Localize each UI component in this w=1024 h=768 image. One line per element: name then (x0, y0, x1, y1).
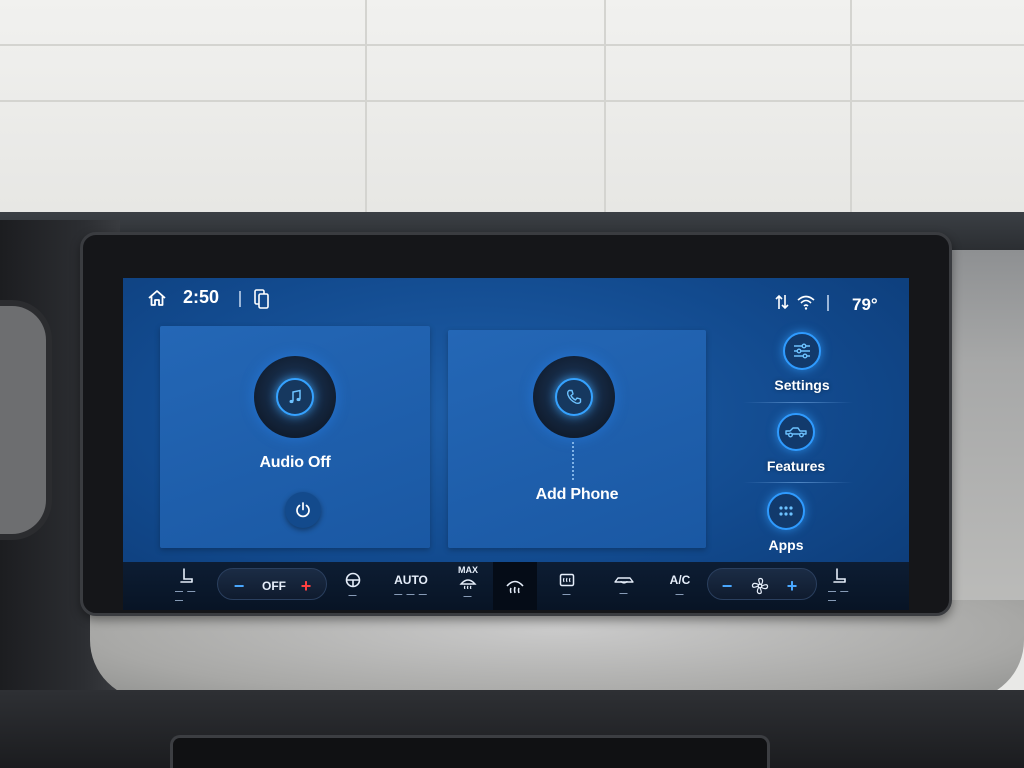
clock: 2:50 (183, 287, 220, 307)
sliders-icon (794, 343, 810, 359)
audio-power-button[interactable] (285, 492, 321, 528)
driver-temp-value: OFF (262, 579, 286, 593)
settings-shortcut[interactable]: Settings (747, 332, 857, 393)
recirculate-icon (614, 577, 634, 584)
features-shortcut[interactable]: Features (741, 413, 851, 474)
wall-seam (0, 100, 1024, 102)
driver-seat-control[interactable]: — — — (175, 562, 199, 610)
ac-label: A/C (669, 573, 691, 587)
add-phone-label: Add Phone (535, 486, 619, 503)
front-defrost-button[interactable] (493, 562, 537, 610)
status-bar: 2:50 79° (123, 278, 909, 320)
wall-seam (0, 44, 1024, 46)
status-divider (239, 291, 241, 307)
auto-label: AUTO (394, 573, 428, 587)
settings-label: Settings (774, 377, 830, 393)
phone-knob[interactable] (533, 356, 615, 438)
passenger-seat-control[interactable]: — — — (828, 562, 852, 610)
apps-label: Apps (768, 537, 804, 553)
shortcut-separator (743, 482, 853, 483)
wall-seam (365, 0, 367, 230)
apps-shortcut[interactable]: Apps (731, 492, 841, 553)
wall-seam (604, 0, 606, 230)
air-vent (170, 735, 770, 768)
shortcut-separator (743, 402, 853, 403)
wifi-icon (797, 295, 815, 310)
background-wall (0, 0, 1024, 230)
seat-icon (180, 567, 193, 583)
fan-speed-indicator (748, 562, 772, 610)
signal-arrows-icon (775, 294, 789, 310)
fan-speed-up-button[interactable]: + (780, 562, 804, 610)
phone-projection-icon[interactable] (254, 289, 270, 309)
features-button[interactable] (777, 413, 815, 451)
status-divider (827, 295, 829, 311)
ac-button[interactable]: A/C — (665, 562, 695, 610)
phone-icon (566, 389, 582, 405)
power-icon (296, 502, 310, 518)
driver-temp-down-button[interactable]: − (227, 562, 251, 610)
audio-source-knob[interactable] (254, 356, 336, 438)
apps-button[interactable] (767, 492, 805, 530)
driver-temp-up-button[interactable]: + (294, 562, 318, 610)
phone-card[interactable]: Add Phone (448, 330, 706, 548)
instrument-cluster-edge (0, 300, 52, 540)
defrost-front-icon (506, 580, 524, 594)
max-defrost-button[interactable]: MAX — (453, 562, 483, 610)
climate-bar: — — — − OFF + — AUTO — — — MAX — — — A/C… (123, 562, 909, 610)
heated-steering-button[interactable]: — (341, 562, 365, 610)
truck-icon (785, 427, 807, 438)
features-label: Features (766, 458, 826, 474)
outside-temperature: 79° (852, 295, 878, 314)
heated-steering-icon (345, 572, 361, 588)
audio-card[interactable]: Audio Off (160, 326, 430, 548)
rear-defrost-icon (559, 573, 575, 587)
rear-defrost-button[interactable]: — (555, 562, 579, 610)
fan-speed-down-button[interactable]: − (715, 562, 739, 610)
wall-seam (850, 0, 852, 230)
defrost-icon (459, 579, 477, 589)
seat-icon (833, 567, 846, 583)
recirculate-button[interactable]: — (611, 562, 637, 610)
auto-climate-button[interactable]: AUTO — — — (389, 562, 433, 610)
infotainment-screen: 2:50 79° Audio Off Add Phone Settings Fe… (123, 278, 909, 610)
settings-button[interactable] (783, 332, 821, 370)
audio-status-label: Audio Off (259, 454, 331, 471)
max-label: MAX (458, 565, 478, 575)
grid-icon (779, 506, 793, 516)
music-note-icon (289, 389, 301, 404)
home-icon[interactable] (147, 289, 167, 307)
dotted-connector (572, 442, 574, 480)
fan-icon (751, 577, 769, 595)
